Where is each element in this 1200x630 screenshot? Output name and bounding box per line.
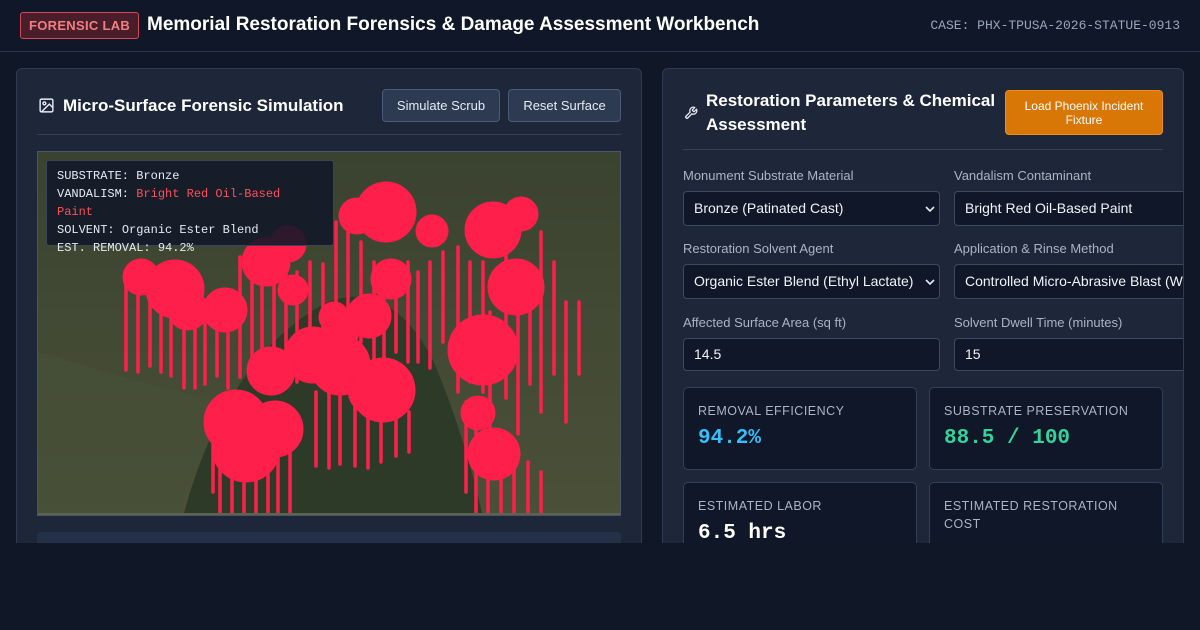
forensic-readout-overlay: SUBSTRATE: Bronze VANDALISM: Bright Red … <box>46 160 334 255</box>
paint-splatter <box>246 346 296 396</box>
load-phoenix-fixture-button[interactable]: Load Phoenix Incident Fixture <box>1005 90 1163 135</box>
overlay-removal-line: EST. REMOVAL: 94.2% <box>57 241 194 255</box>
estimated-labor-label: ESTIMATED LABOR <box>698 499 822 513</box>
app-header: FORENSIC LAB Memorial Restoration Forens… <box>0 0 1200 52</box>
dwell-input[interactable]: 15 <box>954 338 1183 371</box>
method-label: Application & Rinse Method <box>954 241 1114 256</box>
substrate-select[interactable]: Bronze (Patinated Cast) <box>683 191 940 226</box>
area-label: Affected Surface Area (sq ft) <box>683 315 847 330</box>
chevron-down-icon <box>925 279 935 286</box>
simulation-panel-title: Micro-Surface Forensic Simulation <box>63 96 344 115</box>
paint-splatter <box>370 258 412 300</box>
estimated-cost-label: ESTIMATED RESTORATION COST <box>944 499 1118 531</box>
overlay-vandalism-line: VANDALISM: Bright Red Oil-Based Paint <box>57 187 281 219</box>
chevron-down-icon <box>925 206 935 213</box>
surface-simulation-canvas[interactable]: SUBSTRATE: Bronze VANDALISM: Bright Red … <box>37 151 621 516</box>
simulation-log-strip <box>37 532 621 543</box>
overlay-solvent-line: SOLVENT: Organic Ester Blend <box>57 223 259 237</box>
removal-efficiency-value: 94.2% <box>698 427 762 450</box>
paint-splatter <box>487 258 545 316</box>
panel-divider <box>37 134 621 135</box>
paint-splatter <box>328 316 360 348</box>
solvent-select[interactable]: Organic Ester Blend (Ethyl Lactate) <box>683 264 940 299</box>
forensic-lab-badge: FORENSIC LAB <box>20 12 140 39</box>
solvent-label: Restoration Solvent Agent <box>683 241 834 256</box>
panel-divider <box>683 149 1163 150</box>
paint-splatter <box>415 214 449 248</box>
substrate-preservation-label: SUBSTRATE PRESERVATION <box>944 404 1129 418</box>
method-select[interactable]: Controlled Micro-Abrasive Blast (Walnut … <box>954 264 1183 299</box>
overlay-substrate-line: SUBSTRATE: Bronze <box>57 169 180 183</box>
estimated-labor-value: 6.5 hrs <box>698 522 787 543</box>
substrate-preservation-value: 88.5 / 100 <box>944 427 1071 450</box>
estimated-cost-card: ESTIMATED RESTORATION COST <box>929 482 1163 543</box>
paint-splatter <box>503 196 539 232</box>
estimated-labor-card: ESTIMATED LABOR 6.5 hrs <box>683 482 917 543</box>
wrench-icon <box>685 106 698 119</box>
simulate-scrub-button[interactable]: Simulate Scrub <box>382 89 500 122</box>
dwell-label: Solvent Dwell Time (minutes) <box>954 315 1123 330</box>
main-viewport[interactable]: Micro-Surface Forensic Simulation Simula… <box>0 52 1200 543</box>
removal-efficiency-label: REMOVAL EFFICIENCY <box>698 404 845 418</box>
simulation-panel: Micro-Surface Forensic Simulation Simula… <box>16 68 642 543</box>
image-icon <box>39 98 54 113</box>
substrate-preservation-card: SUBSTRATE PRESERVATION 88.5 / 100 <box>929 387 1163 470</box>
paint-splatter <box>167 289 209 331</box>
parameters-panel: Restoration Parameters & Chemical Assess… <box>662 68 1184 543</box>
case-id: CASE: PHX-TPUSA-2026-STATUE-0913 <box>930 18 1180 33</box>
area-input[interactable]: 14.5 <box>683 338 940 371</box>
paint-splatter <box>338 197 376 235</box>
contaminant-select[interactable]: Bright Red Oil-Based Paint <box>954 191 1183 226</box>
paint-splatter <box>277 274 309 306</box>
removal-efficiency-card: REMOVAL EFFICIENCY 94.2% <box>683 387 917 470</box>
reset-surface-button[interactable]: Reset Surface <box>508 89 621 122</box>
parameters-panel-title: Restoration Parameters & Chemical Assess… <box>706 91 996 134</box>
contaminant-label: Vandalism Contaminant <box>954 168 1092 183</box>
substrate-label: Monument Substrate Material <box>683 168 854 183</box>
app-title: Memorial Restoration Forensics & Damage … <box>147 14 760 35</box>
